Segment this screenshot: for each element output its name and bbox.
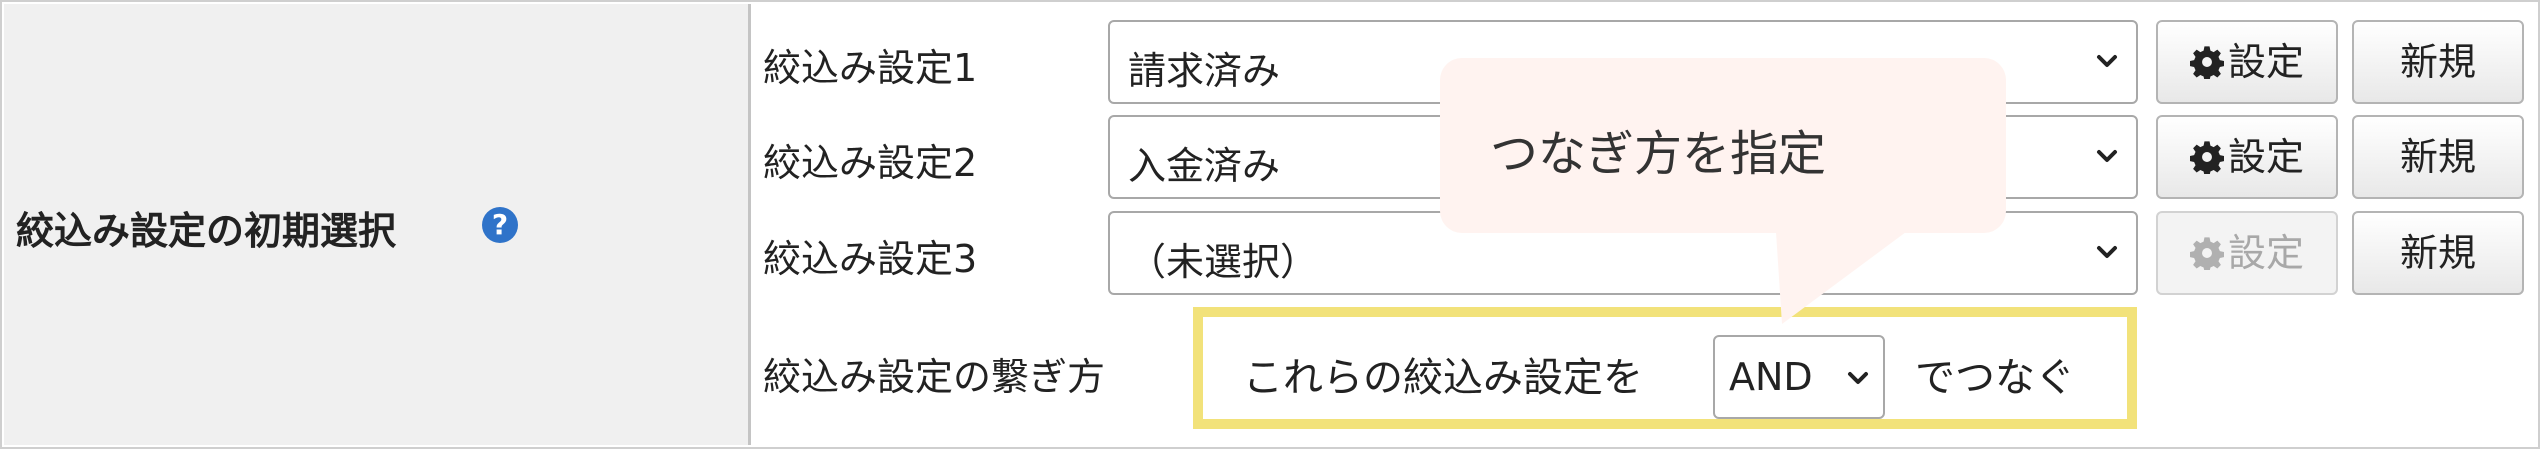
filter-2-value: 入金済み [1128,144,1281,188]
filter-2-label: 絞込み設定2 [763,141,978,185]
connector-label: 絞込み設定の繋ぎ方 [763,355,1106,399]
connector-prefix: これらの絞込み設定を [1243,355,1643,401]
filter-2-new-button[interactable]: 新規 [2352,115,2524,199]
connector-suffix: でつなぐ [1915,355,2075,401]
callout-pointer [1776,232,1906,324]
gear-icon [2189,141,2224,174]
connector-operator-select[interactable]: AND [1713,335,1885,419]
help-icon[interactable]: ? [482,207,518,243]
chevron-down-icon [2097,246,2117,258]
filter-1-label: 絞込み設定1 [763,46,978,90]
filter-1-value: 請求済み [1128,49,1281,93]
filter-1-settings-button[interactable]: 設定 [2156,20,2338,104]
callout-tooltip: つなぎ方を指定 [1440,58,2006,233]
chevron-down-icon [1848,372,1868,384]
connector-operator-value: AND [1729,355,1813,399]
chevron-down-icon [2097,55,2117,67]
filter-3-settings-label: 設定 [2227,231,2304,275]
gear-icon [2189,237,2224,270]
connector-highlight: これらの絞込み設定を AND でつなぐ [1193,307,2137,429]
callout-text: つなぎ方を指定 [1490,126,1827,182]
setting-label: 絞込み設定の初期選択 [16,209,397,253]
chevron-down-icon [2097,150,2117,162]
gear-icon [2189,46,2224,79]
filter-3-value: （未選択） [1128,240,1319,284]
filter-3-new-button[interactable]: 新規 [2352,211,2524,295]
filter-2-settings-button[interactable]: 設定 [2156,115,2338,199]
filter-1-new-button[interactable]: 新規 [2352,20,2524,104]
label-cell: 絞込み設定の初期選択 ? [4,4,751,445]
filter-2-settings-label: 設定 [2227,135,2304,179]
filter-3-settings-button[interactable]: 設定 [2156,211,2338,295]
filter-1-settings-label: 設定 [2227,40,2304,84]
filter-3-label: 絞込み設定3 [763,237,978,281]
